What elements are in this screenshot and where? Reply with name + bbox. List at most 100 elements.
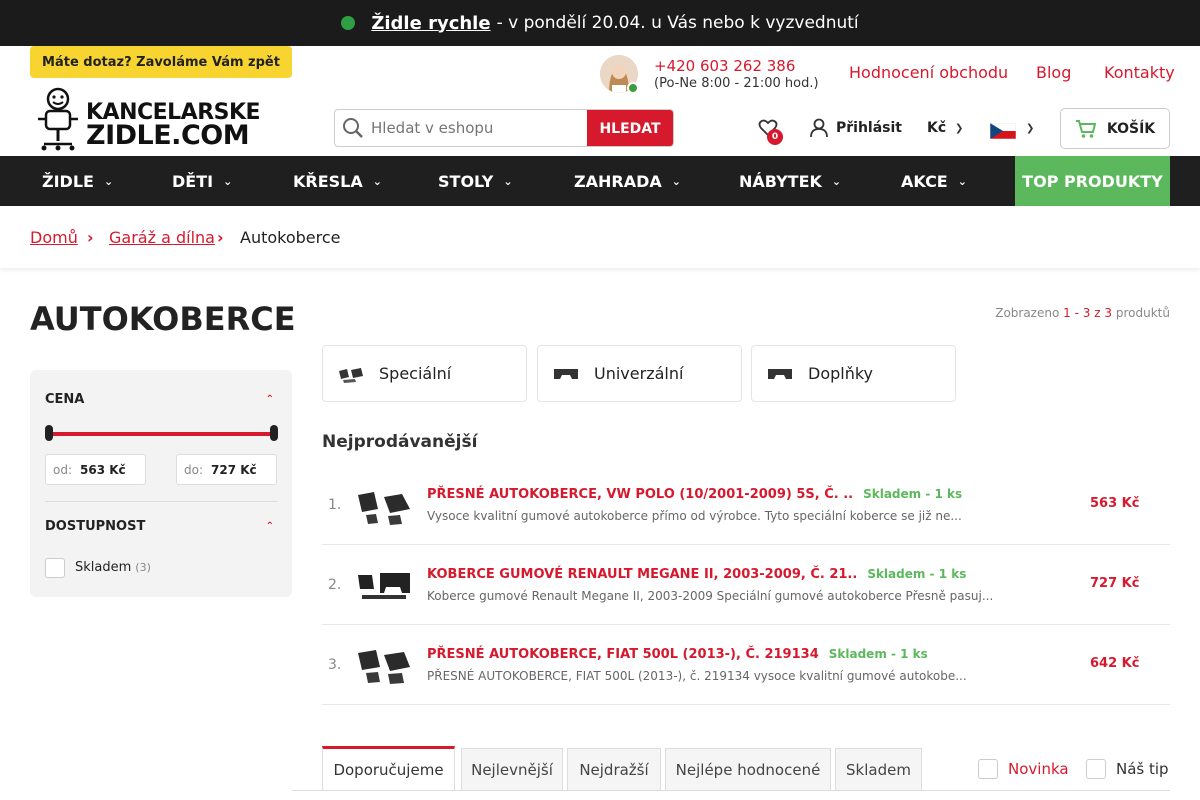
chevron-down-icon: ❯ xyxy=(955,123,964,134)
product-description: Vysoce kvalitní gumové autokoberce přímo… xyxy=(427,509,962,523)
filter-divider xyxy=(45,501,278,502)
login-button[interactable]: Přihlásit xyxy=(810,118,902,138)
callback-button[interactable]: Máte dotaz? Zavoláme Vám zpět xyxy=(30,46,292,78)
nav-label: AKCE xyxy=(901,171,948,191)
price-to-field[interactable]: do: 727 Kč xyxy=(176,454,277,485)
currency-select[interactable]: Kč xyxy=(927,120,946,136)
bestseller-row[interactable]: 1. PŘESNÉ AUTOKOBERCE, VW POLO (10/2001-… xyxy=(322,465,1170,545)
counter-of: z xyxy=(1094,306,1101,320)
nav-deti[interactable]: DĚTI ⌄ xyxy=(172,156,232,206)
product-name: KOBERCE GUMOVÉ RENAULT MEGANE II, 2003-2… xyxy=(427,567,858,582)
nav-akce[interactable]: AKCE ⌄ xyxy=(901,156,967,206)
new-checkbox-label[interactable]: Novinka xyxy=(1008,760,1069,778)
nav-label: NÁBYTEK xyxy=(739,171,822,191)
nav-label: ŽIDLE xyxy=(42,171,94,191)
sort-tab-best-rated[interactable]: Nejlépe hodnocené xyxy=(665,748,831,790)
phone-number[interactable]: +420 603 262 386 xyxy=(654,57,795,75)
chevron-down-icon: ❯ xyxy=(1026,123,1035,134)
search-button[interactable]: HLEDAT xyxy=(587,110,673,146)
nav-top-products[interactable]: TOP PRODUKTY xyxy=(1015,156,1170,206)
price-from-field[interactable]: od: 563 Kč xyxy=(45,454,146,485)
product-image[interactable] xyxy=(354,639,414,691)
chevron-down-icon: ⌄ xyxy=(503,174,513,188)
our-tip-checkbox[interactable] xyxy=(1086,759,1106,779)
product-name: PŘESNÉ AUTOKOBERCE, FIAT 500L (2013-), Č… xyxy=(427,647,819,662)
category-special[interactable]: Speciální xyxy=(322,345,527,402)
product-image[interactable] xyxy=(354,479,414,531)
car-mat-icon xyxy=(323,365,379,383)
product-name-link[interactable]: KOBERCE GUMOVÉ RENAULT MEGANE II, 2003-2… xyxy=(427,567,966,582)
sort-tab-recommended[interactable]: Doporučujeme xyxy=(322,746,455,790)
nav-label: KŘESLA xyxy=(293,171,363,191)
category-accessories[interactable]: Doplňky xyxy=(751,345,956,402)
chevron-down-icon: ⌄ xyxy=(957,174,967,188)
nav-kresla[interactable]: KŘESLA ⌄ xyxy=(293,156,382,206)
product-image[interactable] xyxy=(354,559,414,611)
breadcrumb-home[interactable]: Domů xyxy=(30,228,78,247)
car-mat-icon xyxy=(538,365,594,383)
sort-tab-cheapest[interactable]: Nejlevnější xyxy=(461,748,563,790)
tabs-divider xyxy=(292,790,1170,791)
search-input[interactable] xyxy=(371,119,585,137)
main-navigation: ŽIDLE ⌄ DĚTI ⌄ KŘESLA ⌄ STOLY ⌄ ZAHRADA ⌄ NÁB… xyxy=(0,156,1200,206)
price-slider-min-handle[interactable] xyxy=(45,425,53,441)
cart-icon xyxy=(1075,119,1097,138)
sort-tab-in-stock[interactable]: Skladem xyxy=(835,748,922,790)
opening-hours: (Po-Ne 8:00 - 21:00 hod.) xyxy=(654,76,819,91)
bestseller-row[interactable]: 3. PŘESNÉ AUTOKOBERCE, FIAT 500L (2013-)… xyxy=(322,625,1170,705)
stock-label-text: Skladem xyxy=(75,560,132,575)
bestseller-row[interactable]: 2. KOBERCE GUMOVÉ RENAULT MEGANE II, 200… xyxy=(322,545,1170,625)
chevron-down-icon: ⌄ xyxy=(372,174,382,188)
link-blog[interactable]: Blog xyxy=(1036,63,1071,82)
product-counter: Zobrazeno 1 - 3 z 3 produktů xyxy=(995,306,1170,320)
breadcrumb-separator-icon: › xyxy=(87,228,94,247)
chevron-down-icon: ⌄ xyxy=(671,174,681,188)
page-title: AUTOKOBERCE xyxy=(30,300,296,338)
product-description: PŘESNÉ AUTOKOBERCE, FIAT 500L (2013-), č… xyxy=(427,669,967,683)
breadcrumb-current: Autokoberce xyxy=(240,228,341,247)
bestsellers-title: Nejprodávanější xyxy=(322,432,478,452)
collapse-icon[interactable]: ⌃ xyxy=(266,521,274,532)
sort-tab-most-expensive[interactable]: Nejdražší xyxy=(567,748,661,790)
product-name-link[interactable]: PŘESNÉ AUTOKOBERCE, FIAT 500L (2013-), Č… xyxy=(427,647,928,662)
product-name-link[interactable]: PŘESNÉ AUTOKOBERCE, VW POLO (10/2001-200… xyxy=(427,487,962,502)
cart-button[interactable]: KOŠÍK xyxy=(1060,108,1170,149)
stock-checkbox-label[interactable]: Skladem (3) xyxy=(75,560,151,575)
link-shop-reviews[interactable]: Hodnocení obchodu xyxy=(849,63,1008,82)
counter-to: 3 xyxy=(1082,306,1091,320)
counter-from: 1 xyxy=(1063,306,1071,320)
price-slider-max-handle[interactable] xyxy=(270,425,278,441)
online-indicator-icon xyxy=(627,82,639,94)
collapse-icon[interactable]: ⌃ xyxy=(266,394,274,405)
nav-stoly[interactable]: STOLY ⌄ xyxy=(438,156,513,206)
nav-zahrada[interactable]: ZAHRADA ⌄ xyxy=(574,156,681,206)
nav-zidle[interactable]: ŽIDLE ⌄ xyxy=(42,156,113,206)
rank-number: 2. xyxy=(328,577,342,593)
new-checkbox[interactable] xyxy=(978,759,998,779)
delivery-text: - v pondělí 20.04. u Vás nebo k vyzvednu… xyxy=(496,13,859,33)
our-tip-checkbox-label[interactable]: Náš tip xyxy=(1116,760,1169,778)
logo[interactable]: KANCELARSKE ZIDLE.COM xyxy=(32,86,277,152)
breadcrumb-separator-icon: › xyxy=(217,228,224,247)
availability-filter-title[interactable]: DOSTUPNOST xyxy=(45,519,145,534)
nav-label: ZAHRADA xyxy=(574,171,662,191)
link-contacts[interactable]: Kontakty xyxy=(1104,63,1175,82)
chevron-down-icon: ⌄ xyxy=(831,174,842,188)
logo-line2: ZIDLE.COM xyxy=(86,120,250,151)
chair-logo-icon xyxy=(38,87,78,151)
flag-cz-icon[interactable] xyxy=(990,123,1016,139)
product-name: PŘESNÉ AUTOKOBERCE, VW POLO (10/2001-200… xyxy=(427,487,854,502)
category-universal[interactable]: Univerzální xyxy=(537,345,742,402)
counter-unit: produktů xyxy=(1115,306,1170,320)
price-filter-title[interactable]: CENA xyxy=(45,392,84,407)
stock-checkbox[interactable] xyxy=(45,558,65,578)
counter-label: Zobrazeno xyxy=(995,306,1060,320)
breadcrumb-parent[interactable]: Garáž a dílna xyxy=(109,228,215,247)
product-price: 727 Kč xyxy=(1090,576,1140,591)
filter-panel: CENA ⌃ od: 563 Kč do: 727 Kč DOSTUPNOST … xyxy=(30,370,292,597)
product-price: 563 Kč xyxy=(1090,496,1140,511)
nav-nabytek[interactable]: NÁBYTEK ⌄ xyxy=(739,156,841,206)
chevron-down-icon: ⌄ xyxy=(223,174,233,188)
delivery-link[interactable]: Židle rychle xyxy=(371,13,490,34)
category-label: Univerzální xyxy=(594,364,684,383)
